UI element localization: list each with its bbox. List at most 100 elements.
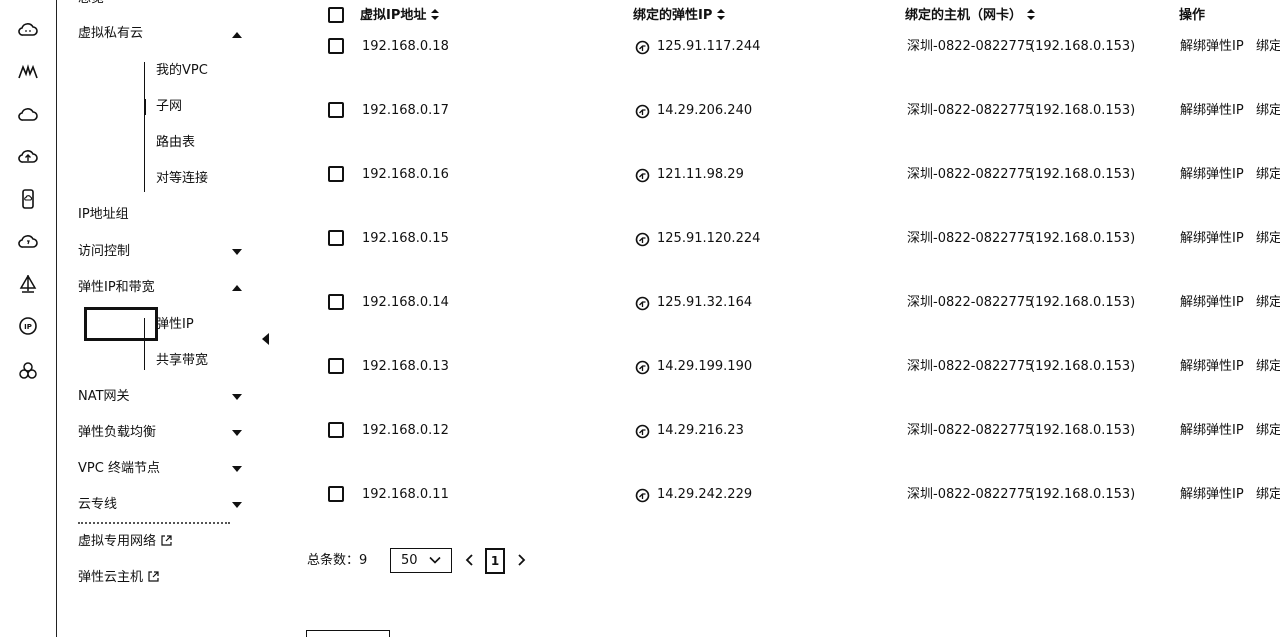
cell-nic: (192.168.0.153) (1030, 295, 1136, 310)
nav-eip-bandwidth[interactable]: 弹性IP和带宽 (78, 280, 155, 296)
unbind-eip-link[interactable]: 解绑弹性IP (1180, 423, 1244, 439)
cell-eip: 14.29.206.240 (657, 103, 753, 118)
chevron-up-icon[interactable] (232, 285, 242, 291)
unbind-eip-link[interactable]: 解绑弹性IP (1180, 167, 1244, 183)
nav-overview[interactable]: 总览 (78, 0, 104, 7)
page-size-select[interactable]: 50 (390, 548, 452, 573)
header-private-ip-label: 虚拟IP地址 (360, 8, 427, 23)
ip-icon[interactable]: IP (17, 315, 39, 337)
row-checkbox[interactable] (328, 294, 344, 310)
nav-vpc-group[interactable]: 虚拟私有云 (78, 26, 143, 42)
unbind-eip-link[interactable]: 解绑弹性IP (1180, 487, 1244, 503)
unbind-eip-link[interactable]: 解绑弹性IP (1180, 39, 1244, 55)
unbind-eip-link[interactable]: 解绑弹性IP (1180, 295, 1244, 311)
submenu-guide (144, 62, 147, 192)
eip-status-icon (635, 168, 650, 183)
cell-private-ip: 192.168.0.17 (362, 103, 449, 118)
unbind-eip-link[interactable]: 解绑弹性IP (1180, 103, 1244, 119)
sail-icon[interactable] (17, 273, 39, 295)
eip-status-icon (635, 232, 650, 247)
header-host-label: 绑定的主机（网卡） (905, 8, 1023, 23)
eip-status-icon (635, 104, 650, 119)
nav-subnet[interactable]: 子网 (156, 99, 182, 115)
cell-host: 深圳-0822-0822775 (907, 487, 1034, 502)
nav-peering[interactable]: 对等连接 (156, 171, 208, 187)
cell-host: 深圳-0822-0822775 (907, 295, 1034, 310)
cell-private-ip: 192.168.0.15 (362, 231, 449, 246)
header-host[interactable]: 绑定的主机（网卡） (905, 8, 1036, 24)
chevron-down-icon[interactable] (232, 249, 242, 255)
icon-rail: IP (0, 0, 57, 637)
bind-link[interactable]: 绑定 (1256, 423, 1280, 439)
phone-cloud-icon[interactable] (17, 188, 39, 210)
nav-access-control[interactable]: 访问控制 (78, 244, 130, 260)
nav-nat[interactable]: NAT网关 (78, 389, 130, 405)
bottom-button-partial[interactable] (306, 630, 390, 637)
nav-route-table[interactable]: 路由表 (156, 135, 195, 151)
header-private-ip[interactable]: 虚拟IP地址 (360, 8, 440, 24)
row-checkbox[interactable] (328, 230, 344, 246)
select-all-checkbox[interactable] (328, 7, 344, 23)
cloud-smile-icon[interactable] (17, 19, 39, 41)
cell-private-ip: 192.168.0.18 (362, 39, 449, 54)
cell-nic: (192.168.0.153) (1030, 231, 1136, 246)
prev-page-icon[interactable] (463, 552, 477, 568)
row-checkbox[interactable] (328, 486, 344, 502)
cluster-icon[interactable] (17, 360, 39, 382)
cell-eip: 14.29.199.190 (657, 359, 753, 374)
row-checkbox[interactable] (328, 166, 344, 182)
nav-elb[interactable]: 弹性负载均衡 (78, 425, 156, 441)
row-checkbox[interactable] (328, 422, 344, 438)
chevron-down-icon[interactable] (232, 466, 242, 472)
bind-link[interactable]: 绑定 (1256, 39, 1280, 55)
bind-link[interactable]: 绑定 (1256, 167, 1280, 183)
chevron-up-icon[interactable] (232, 32, 242, 38)
header-eip[interactable]: 绑定的弹性IP (633, 8, 726, 24)
nav-divider (78, 522, 230, 524)
page-number-current[interactable]: 1 (485, 548, 505, 574)
unbind-eip-link[interactable]: 解绑弹性IP (1180, 231, 1244, 247)
row-checkbox[interactable] (328, 38, 344, 54)
nav-ecs-link[interactable]: 弹性云主机 (78, 570, 159, 586)
cell-private-ip: 192.168.0.12 (362, 423, 449, 438)
eip-status-icon (635, 488, 650, 503)
chevron-down-icon[interactable] (232, 502, 242, 508)
cloud-upload-icon[interactable] (17, 146, 39, 168)
cell-host: 深圳-0822-0822775 (907, 423, 1034, 438)
cell-private-ip: 192.168.0.14 (362, 295, 449, 310)
chevron-down-icon[interactable] (232, 430, 242, 436)
eip-status-icon (635, 296, 650, 311)
page-size-value: 50 (401, 553, 418, 568)
cell-host: 深圳-0822-0822775 (907, 167, 1034, 182)
nav-ip-group[interactable]: IP地址组 (78, 207, 129, 223)
collapse-sidebar-icon[interactable] (262, 333, 269, 345)
nav-vpn-link[interactable]: 虚拟专用网络 (78, 534, 172, 550)
cloud-icon[interactable] (17, 104, 39, 126)
nav-vpc-endpoint[interactable]: VPC 终端节点 (78, 461, 160, 477)
sort-icon (1027, 9, 1036, 20)
bind-link[interactable]: 绑定 (1256, 103, 1280, 119)
nav-shared-bandwidth[interactable]: 共享带宽 (156, 353, 208, 369)
cell-eip: 121.11.98.29 (657, 167, 744, 182)
nav-eip[interactable]: 弹性IP (156, 317, 194, 333)
row-checkbox[interactable] (328, 358, 344, 374)
bind-link[interactable]: 绑定 (1256, 295, 1280, 311)
nav-my-vpc[interactable]: 我的VPC (156, 63, 208, 79)
row-checkbox[interactable] (328, 102, 344, 118)
bind-link[interactable]: 绑定 (1256, 231, 1280, 247)
nav-direct-connect[interactable]: 云专线 (78, 497, 117, 513)
bind-link[interactable]: 绑定 (1256, 359, 1280, 375)
cell-host: 深圳-0822-0822775 (907, 359, 1034, 374)
cell-eip: 125.91.120.224 (657, 231, 761, 246)
chevron-down-icon[interactable] (232, 394, 242, 400)
unbind-eip-link[interactable]: 解绑弹性IP (1180, 359, 1244, 375)
cell-eip: 125.91.117.244 (657, 39, 761, 54)
mountain-icon[interactable] (17, 61, 39, 83)
header-ops: 操作 (1179, 8, 1206, 23)
bind-link[interactable]: 绑定 (1256, 487, 1280, 503)
eip-status-icon (635, 424, 650, 439)
cell-nic: (192.168.0.153) (1030, 423, 1136, 438)
next-page-icon[interactable] (514, 552, 528, 568)
cloud-power-icon[interactable] (17, 231, 39, 253)
cell-eip: 125.91.32.164 (657, 295, 753, 310)
